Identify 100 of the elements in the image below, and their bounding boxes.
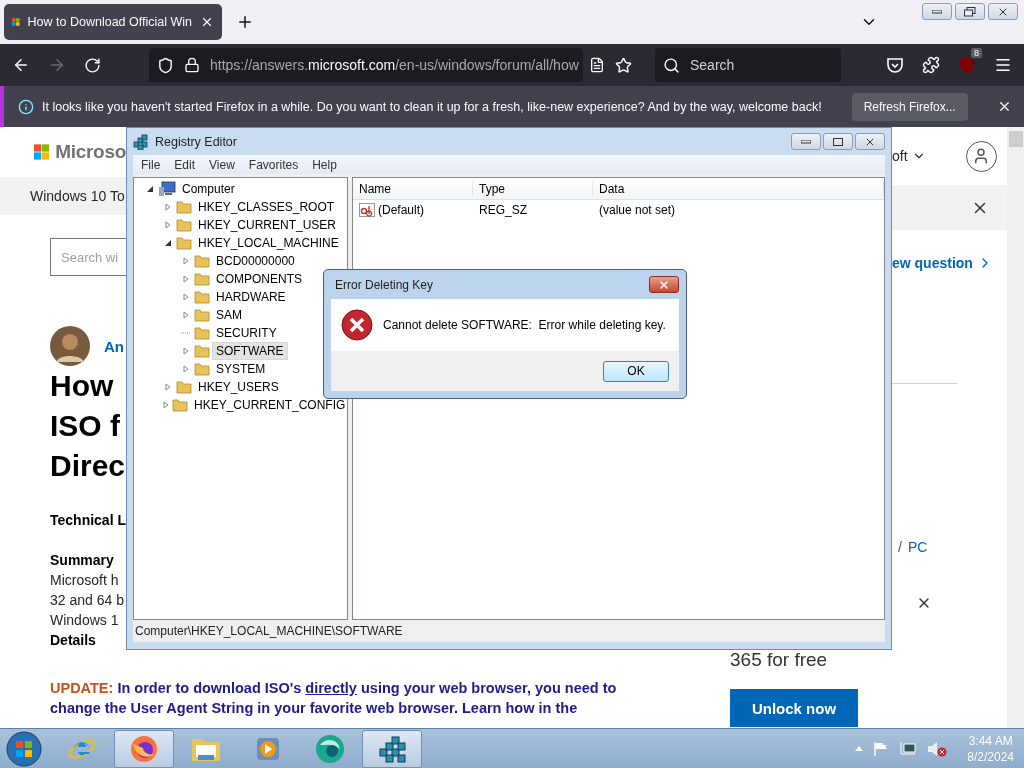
tree-item[interactable]: BCD00000000 xyxy=(212,252,299,270)
search-field[interactable]: Search xyxy=(655,48,841,82)
search-input[interactable]: Search xyxy=(688,56,828,74)
folder-icon xyxy=(194,308,210,322)
cubes-icon xyxy=(133,133,149,150)
back-icon[interactable] xyxy=(12,56,30,74)
folder-icon xyxy=(176,236,192,250)
topic-text: Windows 10 To xyxy=(29,187,125,204)
star-icon[interactable] xyxy=(614,56,632,74)
summary-text: Microsoft h xyxy=(50,571,120,590)
error-icon xyxy=(341,309,373,341)
speaker-muted-icon[interactable] xyxy=(927,740,948,757)
menu-item[interactable]: Edit xyxy=(174,157,196,172)
folder-icon xyxy=(194,254,210,268)
ok-button[interactable]: OK xyxy=(603,360,669,382)
folder-icon xyxy=(194,326,210,340)
taskbar-button[interactable] xyxy=(362,729,422,768)
minimize-icon xyxy=(932,9,942,14)
forward-icon[interactable] xyxy=(48,56,66,74)
update-paragraph: UPDATE: In order to download ISO's directly using your web browser, you need to change the User Agent String in your favorite web browser. Learn how in the xyxy=(50,679,618,718)
directly-link[interactable]: directly xyxy=(305,680,357,696)
folder-icon xyxy=(176,380,192,394)
tree-item[interactable]: HKEY_CLASSES_ROOT xyxy=(194,198,339,216)
logo-text: Microso xyxy=(55,140,126,163)
scrollbar[interactable] xyxy=(1007,127,1024,728)
lock-icon xyxy=(184,57,200,73)
status-text: Computer\HKEY_LOCAL_MACHINE\SOFTWARE xyxy=(135,624,403,638)
tree-item[interactable]: Computer xyxy=(178,180,239,198)
search-icon xyxy=(663,56,680,74)
reader-view-icon[interactable] xyxy=(588,57,605,73)
close-button[interactable] xyxy=(855,133,885,150)
count-badge: 8 xyxy=(971,48,982,58)
promo-text: 365 for free xyxy=(730,650,829,670)
minimize-icon xyxy=(801,139,811,144)
network-icon[interactable] xyxy=(899,740,918,757)
search-field[interactable]: Search wi xyxy=(50,238,126,276)
tree-item[interactable]: HARDWARE xyxy=(212,288,290,306)
article-title: ISO f xyxy=(50,408,121,444)
tree-item[interactable]: SYSTEM xyxy=(212,360,270,378)
fox-globe-icon xyxy=(129,733,159,764)
avatar xyxy=(50,326,90,366)
menu-item[interactable]: File xyxy=(141,157,161,172)
breadcrumb-link[interactable]: PC xyxy=(907,539,928,555)
shield-icon xyxy=(157,56,174,74)
folder-icon xyxy=(176,218,192,232)
restore-icon xyxy=(964,6,976,17)
close-button[interactable] xyxy=(988,3,1018,20)
unlock-button[interactable]: Unlock now xyxy=(730,689,858,727)
pocket-icon[interactable] xyxy=(886,56,904,74)
label-text: Technical L xyxy=(50,511,126,530)
folder-icon xyxy=(194,272,210,286)
window-title: Registry Editor xyxy=(155,134,237,149)
tree-item[interactable]: HKEY_LOCAL_MACHINE xyxy=(194,234,343,252)
breadcrumb-separator: / xyxy=(898,539,902,555)
start-orb-icon[interactable] xyxy=(4,728,44,768)
column-header[interactable]: Name xyxy=(353,181,473,196)
notification-message: It looks like you haven't started Firefox in a while. Do you want to clean it up for a fresh, like-new experience? And by the way, welcome back! xyxy=(42,99,822,114)
restore-button[interactable] xyxy=(955,3,985,20)
new-tab-icon[interactable] xyxy=(236,13,254,31)
taskbar-button[interactable] xyxy=(114,729,174,768)
folder-icon xyxy=(176,200,192,214)
summary-heading: Summary xyxy=(50,551,115,570)
expand-arrow-icon[interactable] xyxy=(162,399,170,411)
close-button[interactable] xyxy=(649,276,679,293)
dialog-title: Error Deleting Key xyxy=(335,277,434,292)
tree-item[interactable]: SAM xyxy=(212,306,246,324)
tree-item[interactable]: HKEY_CURRENT_USER xyxy=(194,216,341,234)
column-header[interactable]: Type xyxy=(473,181,593,196)
folder-icon xyxy=(194,290,210,304)
table-cell: (Default) xyxy=(353,203,473,217)
close-icon[interactable] xyxy=(997,99,1012,114)
summary-text: Windows 1 xyxy=(50,611,120,630)
account-text[interactable]: oft xyxy=(892,148,908,164)
refresh-button[interactable]: Refresh Firefox... xyxy=(851,92,968,121)
menu-item[interactable]: View xyxy=(209,157,235,172)
ask-question-link[interactable]: ew question xyxy=(892,255,1007,271)
table-cell-text: (value not set) xyxy=(598,203,677,217)
maximize-icon xyxy=(833,137,843,146)
author-name[interactable]: An xyxy=(104,337,124,355)
menu-icon[interactable] xyxy=(994,56,1012,74)
computer-icon xyxy=(158,181,176,197)
tree-item[interactable]: HKEY_USERS xyxy=(194,378,283,396)
table-cell-text: REG_SZ xyxy=(478,203,528,217)
folder-icon xyxy=(172,398,188,412)
tree-item[interactable]: SOFTWARE xyxy=(212,342,288,360)
folder-icon xyxy=(194,362,210,376)
string-value-icon xyxy=(359,203,375,217)
menu-item[interactable]: Favorites xyxy=(248,157,299,172)
menu-item[interactable]: Help xyxy=(312,157,337,172)
tree-item[interactable]: COMPONENTS xyxy=(212,270,306,288)
article-title: Direc xyxy=(50,448,126,484)
tree-item[interactable]: HKEY_CURRENT_CONFIG xyxy=(190,396,350,414)
reload-icon[interactable] xyxy=(84,56,101,74)
browser-tab[interactable]: How to Download Official Win xyxy=(4,4,222,40)
tree-item[interactable]: SECURITY xyxy=(212,324,281,342)
puzzle-icon[interactable] xyxy=(922,56,940,74)
folder-icon xyxy=(194,344,210,358)
column-header[interactable]: Data xyxy=(593,181,884,196)
maximize-button[interactable] xyxy=(823,133,853,150)
close-tab-icon[interactable] xyxy=(200,15,214,29)
